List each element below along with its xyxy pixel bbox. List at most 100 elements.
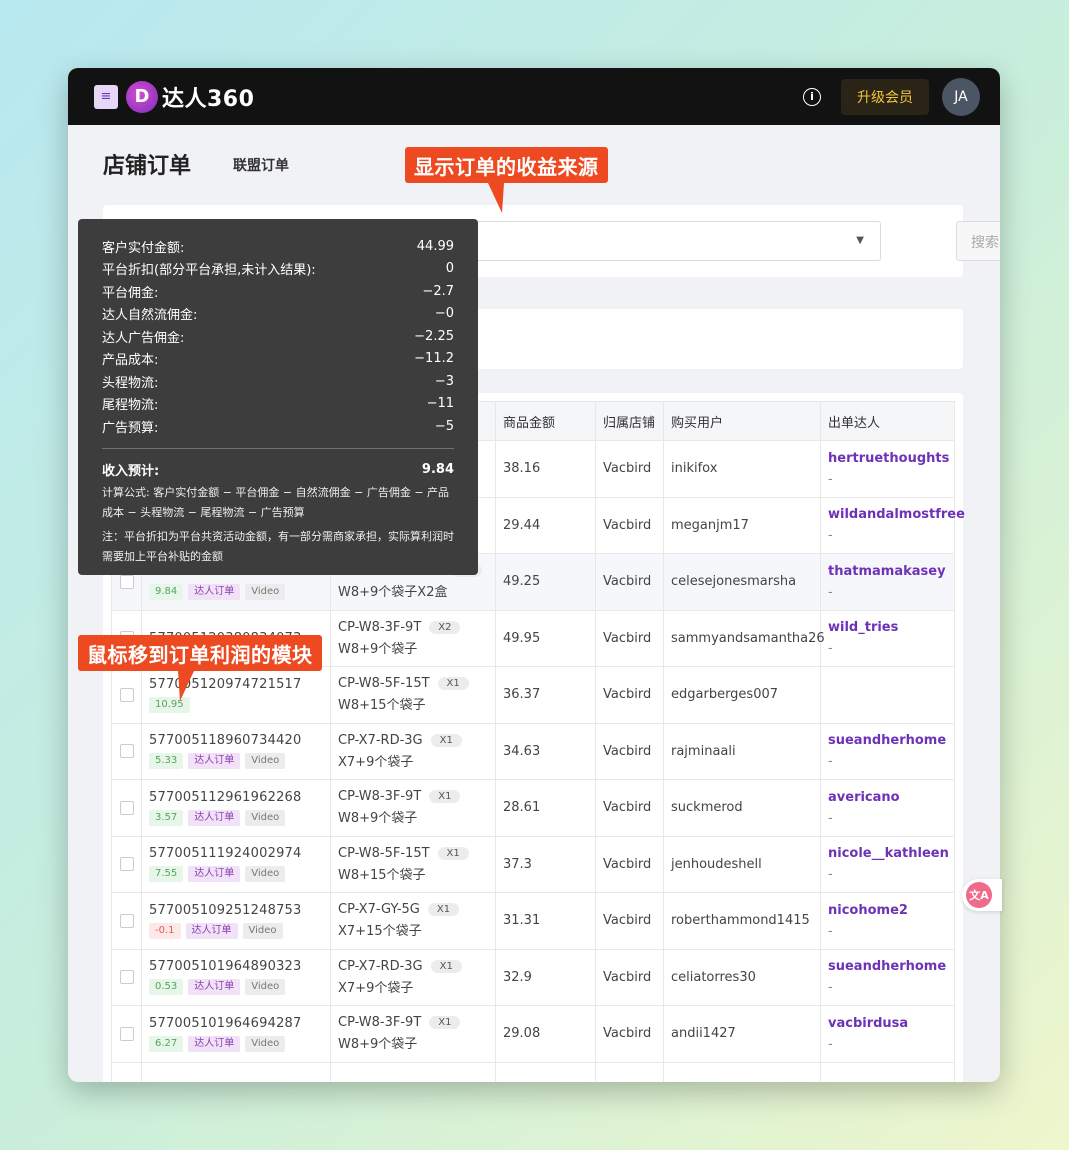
callout-top-pointer	[488, 183, 504, 213]
video-tag[interactable]: Video	[245, 753, 286, 770]
buyer-cell: celiatorres30	[663, 948, 821, 1006]
influencer-link[interactable]: wildandalmostfree	[828, 507, 965, 522]
influencer-link[interactable]: nicohome2	[828, 903, 954, 918]
row-checkbox[interactable]	[120, 857, 134, 872]
order-id: 577005101964694287	[149, 1015, 302, 1031]
tooltip-row-label: 客户实付金额:	[102, 240, 185, 256]
buyer-cell: roberthammond1415	[663, 892, 821, 950]
influencer-link[interactable]: hertruethoughts	[828, 451, 954, 466]
store-cell: Vacbird	[595, 553, 664, 611]
store-cell	[595, 1061, 664, 1082]
logo-mascot-icon: D	[126, 80, 158, 113]
profit-tag[interactable]: 0.53	[149, 979, 184, 996]
sku-cell: CP-W8-3F-9T X2 W8+9个袋子	[330, 609, 496, 667]
row-checkbox[interactable]	[120, 687, 134, 702]
tooltip-row-label: 产品成本:	[102, 353, 159, 369]
buyer-cell: rajminaali	[663, 722, 821, 780]
influencer-link[interactable]: thatmamakasey	[828, 564, 954, 579]
sku-code: CP-X7-RD-3G	[338, 958, 423, 974]
store-cell: Vacbird	[595, 779, 664, 837]
order-cell: 577005111924002974 7.55 达人订单 Video	[141, 835, 331, 893]
influencer-link[interactable]: nicole__kathleen	[828, 846, 954, 861]
upgrade-button[interactable]: 升级会员	[841, 78, 929, 115]
tooltip-row: 尾程物流: −11	[102, 393, 454, 416]
table-row[interactable]: 577005101964694287 6.27 达人订单 Video CP-W8-3F-…	[111, 1005, 955, 1063]
profit-tag[interactable]: -0.1	[149, 922, 181, 939]
order-id: 577005109251248753	[149, 902, 302, 918]
checkbox-cell	[111, 722, 142, 780]
video-tag[interactable]: Video	[245, 1035, 286, 1052]
menu-icon[interactable]: ≡	[94, 84, 118, 109]
order-type-tag: 达人订单	[188, 753, 241, 770]
quantity-badge: X1	[437, 677, 469, 691]
video-tag[interactable]: Video	[245, 979, 286, 996]
influencer-cell	[820, 666, 955, 724]
table-row[interactable]: 577005101964890323 0.53 达人订单 Video CP-X7-RD-…	[111, 948, 955, 1006]
info-icon[interactable]: i	[803, 87, 821, 106]
header-influencer: 出单达人	[820, 401, 955, 441]
tooltip-row-value: −11.2	[414, 351, 454, 367]
tooltip-row: 客户实付金额: 44.99	[102, 235, 454, 258]
sku-cell: CP-X7-RD-3G X1 X7+9个袋子	[330, 948, 496, 1006]
influencer-cell: sueandherhome -	[820, 722, 955, 780]
row-checkbox[interactable]	[120, 574, 134, 589]
influencer-link[interactable]: vacbirdusa	[828, 1016, 954, 1031]
tab-alliance-orders[interactable]: 联盟订单	[233, 155, 289, 175]
checkbox-cell	[111, 1061, 142, 1082]
store-cell: Vacbird	[595, 440, 664, 498]
table-row[interactable]: 577005100816044272CP-X7-GY-5GX1 therealfo…	[111, 1061, 955, 1082]
sku-cell: CP-X7-GY-5G X1 X7+15个袋子	[330, 892, 496, 950]
tooltip-row-value: −2.7	[422, 283, 454, 299]
influencer-cell: hertruethoughts -	[820, 440, 955, 498]
order-id: 577005101964890323	[149, 959, 302, 975]
row-checkbox[interactable]	[120, 970, 134, 985]
table-row[interactable]: 577005111924002974 7.55 达人订单 Video CP-W8-5F-…	[111, 835, 955, 893]
translate-icon[interactable]: 文A	[962, 879, 1002, 911]
table-row[interactable]: 577005120974721517 10.95 CP-W8-5F-15T X1 W8+…	[111, 666, 955, 724]
influencer-cell: nicole__kathleen -	[820, 835, 955, 893]
table-row[interactable]: 577005112961962268 3.57 达人订单 Video CP-W8-3F-…	[111, 779, 955, 837]
table-row[interactable]: 577005118960734420 5.33 达人订单 Video CP-X7-RD-…	[111, 722, 955, 780]
profit-tag[interactable]: 7.55	[149, 866, 184, 883]
video-tag[interactable]: Video	[242, 922, 283, 939]
callout-left-pointer	[178, 671, 194, 701]
influencer-link[interactable]: sueandherhome	[828, 733, 954, 748]
order-cell: 577005112961962268 3.57 达人订单 Video	[141, 779, 331, 837]
search-button[interactable]: 搜索	[956, 221, 1000, 261]
influencer-sub: -	[828, 980, 833, 996]
amount-cell: 28.61	[495, 779, 596, 837]
profit-tag[interactable]: 9.84	[149, 583, 184, 600]
sku-description: W8+9个袋子X2盒	[338, 585, 448, 601]
avatar[interactable]: JA	[942, 77, 980, 116]
video-tag[interactable]: Video	[245, 583, 286, 600]
sku-cell: CP-W8-5F-15T X1 W8+15个袋子	[330, 666, 496, 724]
profit-tag[interactable]: 5.33	[149, 753, 184, 770]
quantity-badge: X1	[427, 903, 460, 917]
table-row[interactable]: 577005109251248753 -0.1 达人订单 Video CP-X7-GY-…	[111, 892, 955, 950]
row-checkbox[interactable]	[120, 800, 134, 815]
video-tag[interactable]: Video	[245, 866, 286, 883]
logo[interactable]: D 达人360	[126, 80, 254, 113]
row-checkbox[interactable]	[120, 913, 134, 928]
influencer-link[interactable]: avericano	[828, 790, 954, 805]
quantity-badge: X1	[429, 790, 461, 804]
buyer-cell: andii1427	[663, 1005, 821, 1063]
influencer-cell: therealfoodstalker	[820, 1061, 955, 1082]
callout-left: 鼠标移到订单利润的模块	[78, 635, 322, 671]
row-checkbox[interactable]	[120, 1026, 134, 1041]
checkbox-cell	[111, 892, 142, 950]
video-tag[interactable]: Video	[245, 809, 286, 826]
row-checkbox[interactable]	[120, 744, 134, 759]
influencer-link[interactable]: sueandherhome	[828, 959, 954, 974]
store-cell: Vacbird	[595, 1005, 664, 1063]
tooltip-note: 注：平台折扣为平台共资活动金额，有一部分需商家承担，实际算利润时需要加上平台补贴…	[102, 529, 454, 563]
buyer-cell: edgarberges007	[663, 666, 821, 724]
profit-tag[interactable]: 6.27	[149, 1035, 184, 1052]
influencer-link[interactable]: wild_tries	[828, 620, 954, 635]
profit-tag[interactable]: 3.57	[149, 809, 184, 826]
tooltip-row: 达人自然流佣金: −0	[102, 303, 454, 326]
influencer-cell: thatmamakasey -	[820, 553, 955, 611]
page-title: 店铺订单	[103, 154, 192, 179]
tooltip-row-value: −11	[426, 396, 454, 412]
order-cell: 577005118960734420 5.33 达人订单 Video	[141, 722, 331, 780]
